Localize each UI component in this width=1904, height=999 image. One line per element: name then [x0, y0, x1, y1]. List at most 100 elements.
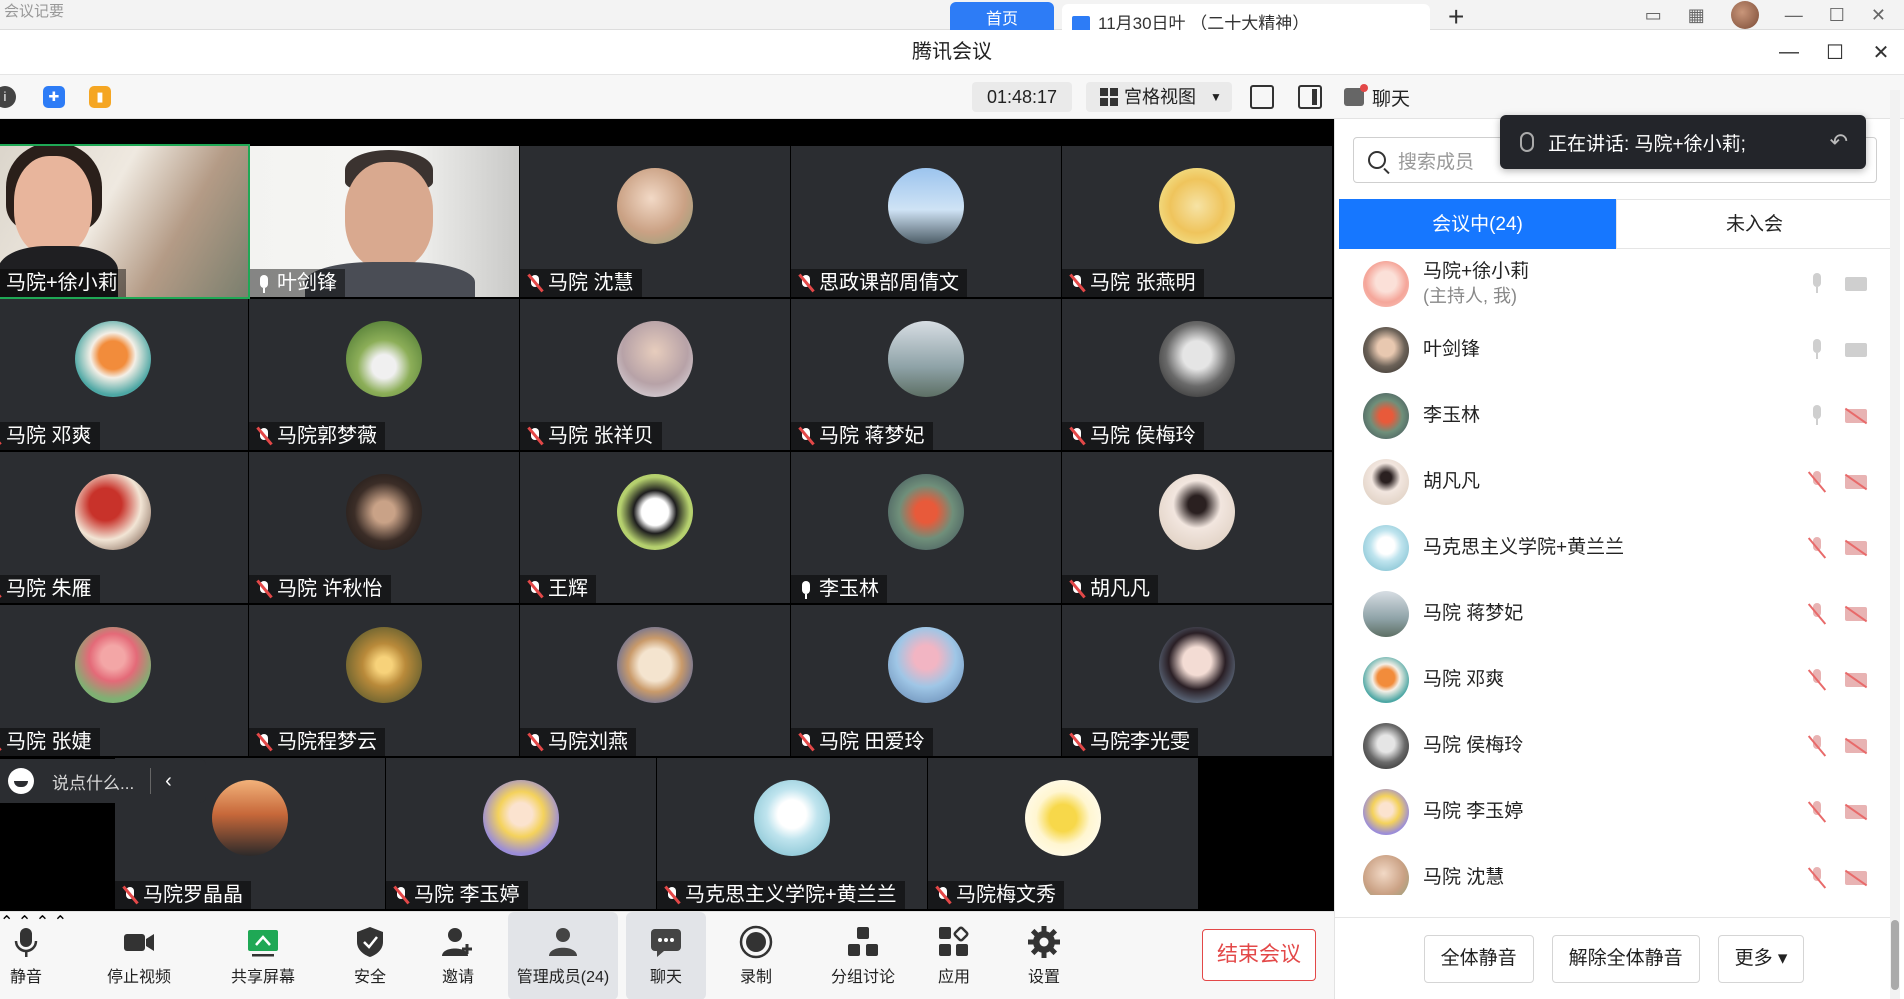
maximize-icon[interactable]: ☐: [1829, 5, 1845, 26]
chat-input-pill[interactable]: 说点什么... ‹: [0, 759, 206, 803]
shield-icon[interactable]: ✚: [43, 86, 65, 108]
chevron-left-icon[interactable]: ‹: [165, 770, 172, 793]
microphone-muted-icon[interactable]: [1811, 537, 1823, 559]
video-tile[interactable]: 胡凡凡: [1062, 452, 1332, 603]
video-tile[interactable]: 马院 沈慧: [520, 146, 790, 297]
share-screen-button[interactable]: 共享屏幕: [224, 912, 302, 999]
chat-button[interactable]: 聊天: [626, 912, 706, 999]
participant-list-item[interactable]: 马院+徐小莉 (主持人, 我): [1335, 251, 1893, 317]
undo-icon[interactable]: ↶: [1830, 129, 1848, 155]
video-tile[interactable]: 马院 朱雁: [0, 452, 248, 603]
microphone-muted-icon[interactable]: [1811, 735, 1823, 757]
video-tile[interactable]: 叶剑锋: [249, 146, 519, 297]
video-tile[interactable]: 马院 张燕明: [1062, 146, 1332, 297]
video-tile[interactable]: 王辉: [520, 452, 790, 603]
background-tab-doc[interactable]: 11月30日叶 （二十大精神）: [1062, 4, 1430, 30]
participant-name: 马院 田爱玲: [819, 731, 925, 753]
video-tile[interactable]: 马院梅文秀: [928, 758, 1198, 909]
camera-off-icon[interactable]: [1845, 409, 1867, 423]
end-meeting-button[interactable]: 结束会议: [1202, 929, 1316, 981]
invite-button[interactable]: 邀请: [436, 912, 480, 999]
camera-icon[interactable]: [1845, 277, 1867, 291]
info-icon[interactable]: i: [0, 86, 16, 108]
microphone-muted-icon[interactable]: [1811, 801, 1823, 823]
camera-off-icon[interactable]: [1845, 607, 1867, 621]
camera-icon[interactable]: [1845, 343, 1867, 357]
participant-list-item[interactable]: 马院 蒋梦妃: [1335, 581, 1893, 647]
microphone-muted-icon[interactable]: [1811, 669, 1823, 691]
video-tile[interactable]: 马院 邓爽: [0, 299, 248, 450]
microphone-icon[interactable]: [1811, 339, 1823, 361]
unmute-all-button[interactable]: 解除全体静音: [1551, 934, 1700, 983]
camera-off-icon[interactable]: [1845, 805, 1867, 819]
video-tile[interactable]: 马院+徐小莉: [0, 144, 250, 299]
settings-button[interactable]: 设置: [1024, 912, 1064, 999]
minimize-icon[interactable]: —: [1776, 41, 1802, 64]
microphone-muted-icon[interactable]: [1811, 471, 1823, 493]
tab-not-joined[interactable]: 未入会: [1616, 199, 1893, 249]
signal-icon[interactable]: ▮: [89, 86, 111, 108]
video-tile[interactable]: 马院 蒋梦妃: [791, 299, 1061, 450]
chat-tab[interactable]: 聊天: [1344, 75, 1410, 119]
participant-list-item[interactable]: 胡凡凡: [1335, 449, 1893, 515]
video-tile[interactable]: 马院程梦云: [249, 605, 519, 756]
chevron-up-icon[interactable]: ⌃: [54, 914, 67, 931]
participant-list-item[interactable]: 马院 沈慧: [1335, 845, 1893, 895]
microphone-muted-icon[interactable]: [1811, 603, 1823, 625]
video-tile[interactable]: 马院 田爱玲: [791, 605, 1061, 756]
microphone-icon: [1520, 132, 1534, 152]
emoji-icon[interactable]: [8, 768, 34, 794]
scrollbar[interactable]: [1890, 90, 1900, 999]
video-tile[interactable]: 马院 侯梅玲: [1062, 299, 1332, 450]
video-tile[interactable]: 马院 张婕: [0, 605, 248, 756]
tab-in-meeting[interactable]: 会议中(24): [1339, 199, 1616, 249]
video-tile[interactable]: 李玉林: [791, 452, 1061, 603]
mute-button[interactable]: 静音: [6, 912, 46, 999]
record-button[interactable]: 录制: [734, 912, 778, 999]
participant-list-item[interactable]: 李玉林: [1335, 383, 1893, 449]
camera-off-icon[interactable]: [1845, 739, 1867, 753]
more-button[interactable]: 更多 ▾: [1717, 934, 1805, 983]
close-icon[interactable]: ✕: [1871, 5, 1886, 26]
microphone-muted-icon[interactable]: [1811, 867, 1823, 889]
video-tile[interactable]: 马院李光雯: [1062, 605, 1332, 756]
mute-all-button[interactable]: 全体静音: [1423, 934, 1534, 983]
camera-off-icon[interactable]: [1845, 871, 1867, 885]
video-tile[interactable]: 马院郭梦薇: [249, 299, 519, 450]
stop-video-button[interactable]: 停止视频: [100, 912, 178, 999]
new-tab-icon[interactable]: +: [1448, 3, 1464, 31]
camera-off-icon[interactable]: [1845, 475, 1867, 489]
grid-apps-icon[interactable]: ▦: [1688, 5, 1705, 26]
participant-list-item[interactable]: 马院 李玉婷: [1335, 779, 1893, 845]
layout-icon[interactable]: ▭: [1645, 5, 1662, 26]
minimize-icon[interactable]: —: [1785, 5, 1803, 26]
security-button[interactable]: 安全: [348, 912, 392, 999]
video-tile[interactable]: 马院 李玉婷: [386, 758, 656, 909]
breakout-button[interactable]: 分组讨论: [828, 912, 898, 999]
camera-off-icon[interactable]: [1845, 673, 1867, 687]
scrollbar-thumb[interactable]: [1891, 920, 1899, 990]
background-tab-home[interactable]: 首页: [950, 2, 1054, 30]
participant-list-item[interactable]: 马克思主义学院+黄兰兰: [1335, 515, 1893, 581]
maximize-icon[interactable]: ☐: [1822, 40, 1848, 65]
video-tile[interactable]: 思政课部周倩文: [791, 146, 1061, 297]
video-tile[interactable]: 马院 许秋怡: [249, 452, 519, 603]
close-icon[interactable]: ✕: [1868, 40, 1894, 65]
sidebar-toggle-icon[interactable]: [1298, 85, 1322, 109]
fullscreen-icon[interactable]: [1250, 85, 1274, 109]
view-mode-dropdown[interactable]: 宫格视图 ▼: [1086, 82, 1232, 112]
microphone-icon[interactable]: [1811, 405, 1823, 427]
manage-members-button[interactable]: 管理成员(24): [508, 912, 618, 999]
chat-input-placeholder[interactable]: 说点什么...: [52, 769, 134, 794]
participant-list-item[interactable]: 马院 侯梅玲: [1335, 713, 1893, 779]
apps-button[interactable]: 应用: [934, 912, 974, 999]
user-avatar[interactable]: [1730, 1, 1759, 29]
video-tile[interactable]: 马克思主义学院+黄兰兰: [657, 758, 927, 909]
camera-off-icon[interactable]: [1845, 541, 1867, 555]
participant-list-item[interactable]: 马院 邓爽: [1335, 647, 1893, 713]
participant-list-item[interactable]: 叶剑锋: [1335, 317, 1893, 383]
microphone-icon[interactable]: [1811, 273, 1823, 295]
video-tile[interactable]: 马院刘燕: [520, 605, 790, 756]
video-tile[interactable]: 马院 张祥贝: [520, 299, 790, 450]
speaking-label: 正在讲话: 马院+徐小莉;: [1548, 133, 1746, 155]
